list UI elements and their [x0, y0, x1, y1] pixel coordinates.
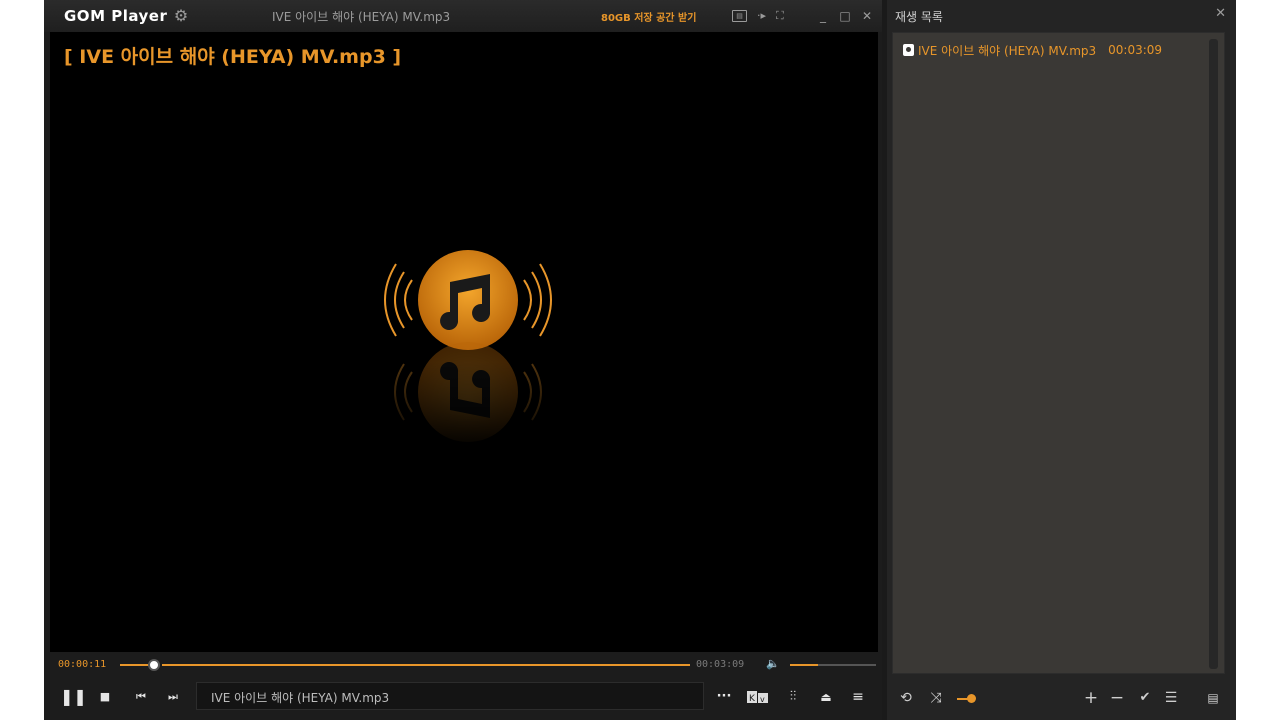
- media-title-overlay: [ IVE 아이브 해야 (HEYA) MV.mp3 ]: [64, 46, 402, 68]
- repeat-icon[interactable]: ⟲: [897, 688, 915, 708]
- title-bar[interactable]: GOM Player ⚙ IVE 아이브 해야 (HEYA) MV.mp3 80…: [44, 0, 882, 32]
- volume-level[interactable]: [790, 664, 819, 666]
- subtitle-icon[interactable]: ▤: [732, 10, 747, 22]
- pause-icon[interactable]: ❚❚: [60, 686, 87, 708]
- stop-icon[interactable]: ■: [98, 686, 112, 708]
- playlist-title: 재생 목록: [895, 10, 943, 24]
- next-icon[interactable]: ⏭: [166, 686, 180, 708]
- close-icon[interactable]: ✕: [858, 6, 876, 26]
- video-area[interactable]: [ IVE 아이브 해야 (HEYA) MV.mp3 ]: [50, 32, 878, 652]
- more-button[interactable]: ···: [714, 686, 734, 708]
- kv-icon[interactable]: K v: [746, 689, 770, 705]
- mini-mode-icon[interactable]: ·▸: [757, 6, 766, 26]
- playlist-scrollbar[interactable]: [1209, 39, 1218, 669]
- equalizer-icon[interactable]: ⫶⫶: [784, 686, 802, 708]
- media-file-icon: [903, 44, 914, 56]
- check-icon[interactable]: ✔: [1137, 688, 1153, 708]
- playlist-panel: 재생 목록 ✕ IVE 아이브 해야 (HEYA) MV.mp3 00:03:0…: [887, 0, 1236, 720]
- plus-icon[interactable]: +: [1083, 688, 1099, 708]
- music-note-icon: [368, 250, 568, 452]
- speaker-icon[interactable]: 🔈: [766, 657, 780, 670]
- window-title: IVE 아이브 해야 (HEYA) MV.mp3: [272, 10, 451, 24]
- storage-promo-link[interactable]: 80GB 저장 공간 받기: [601, 9, 696, 24]
- menu-icon[interactable]: ≡: [850, 686, 866, 708]
- seek-bar[interactable]: [162, 664, 690, 666]
- close-icon[interactable]: ✕: [1215, 6, 1226, 21]
- volume-slider[interactable]: [818, 664, 876, 666]
- now-playing-box[interactable]: IVE 아이브 해야 (HEYA) MV.mp3: [196, 682, 704, 710]
- speed-slider-handle[interactable]: [967, 694, 976, 703]
- current-time: 00:00:11: [58, 659, 107, 670]
- minimize-icon[interactable]: _: [814, 6, 832, 26]
- seek-handle[interactable]: [148, 659, 161, 671]
- gear-icon[interactable]: ⚙: [172, 7, 190, 25]
- player-main: GOM Player ⚙ IVE 아이브 해야 (HEYA) MV.mp3 80…: [44, 0, 882, 720]
- gom-player-window: GOM Player ⚙ IVE 아이브 해야 (HEYA) MV.mp3 80…: [44, 0, 1236, 720]
- list-item[interactable]: IVE 아이브 해야 (HEYA) MV.mp3 00:03:09: [903, 41, 1162, 59]
- app-logo[interactable]: GOM Player: [64, 7, 167, 25]
- control-bar: ❚❚ ■ ⏮ ⏭ IVE 아이브 해야 (HEYA) MV.mp3 ··· K …: [44, 676, 882, 720]
- shuffle-icon[interactable]: ⤨: [927, 688, 945, 708]
- document-icon[interactable]: ▤: [1205, 688, 1221, 708]
- minus-icon[interactable]: −: [1109, 688, 1125, 708]
- previous-icon[interactable]: ⏮: [134, 686, 148, 708]
- svg-text:v: v: [760, 695, 765, 704]
- total-time: 00:03:09: [696, 659, 745, 670]
- titlebar-tools: ▤ ·▸ ⛶: [732, 6, 784, 26]
- now-playing-title: IVE 아이브 해야 (HEYA) MV.mp3: [211, 691, 390, 705]
- fullscreen-icon[interactable]: ⛶: [776, 6, 784, 26]
- maximize-icon[interactable]: □: [836, 6, 854, 26]
- eject-icon[interactable]: ⏏: [818, 686, 834, 708]
- playlist-toolbar: ⟲ ⤨ + − ✔ ☰ ▤: [887, 676, 1236, 720]
- playlist-item-duration: 00:03:09: [1108, 43, 1163, 57]
- list-icon[interactable]: ☰: [1163, 688, 1179, 708]
- seek-row: 00:00:11 00:03:09 🔈: [44, 652, 882, 676]
- playlist-list[interactable]: IVE 아이브 해야 (HEYA) MV.mp3 00:03:09: [892, 32, 1225, 674]
- playlist-item-name: IVE 아이브 해야 (HEYA) MV.mp3: [918, 43, 1097, 58]
